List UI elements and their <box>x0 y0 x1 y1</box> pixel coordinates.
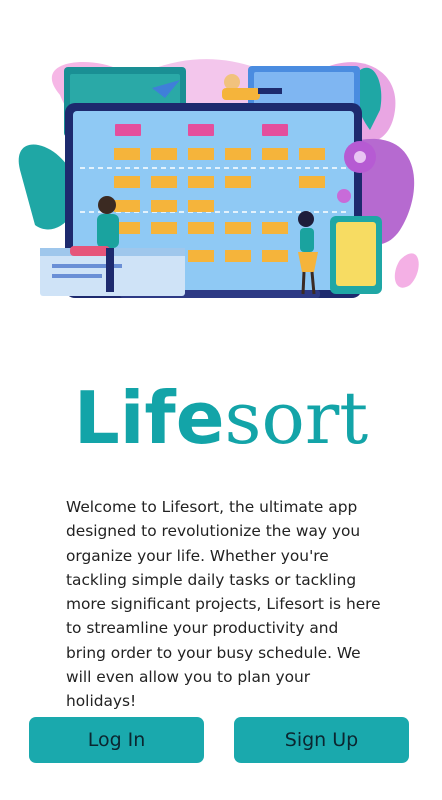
hero-illustration <box>0 0 442 310</box>
logo-life: Life <box>73 376 225 460</box>
signup-button[interactable]: Sign Up <box>234 717 409 763</box>
welcome-description: Welcome to Lifesort, the ultimate app de… <box>66 498 381 711</box>
logo-sort: sort <box>224 376 369 460</box>
app-logo: Lifesort <box>0 378 442 459</box>
login-button[interactable]: Log In <box>29 717 204 763</box>
